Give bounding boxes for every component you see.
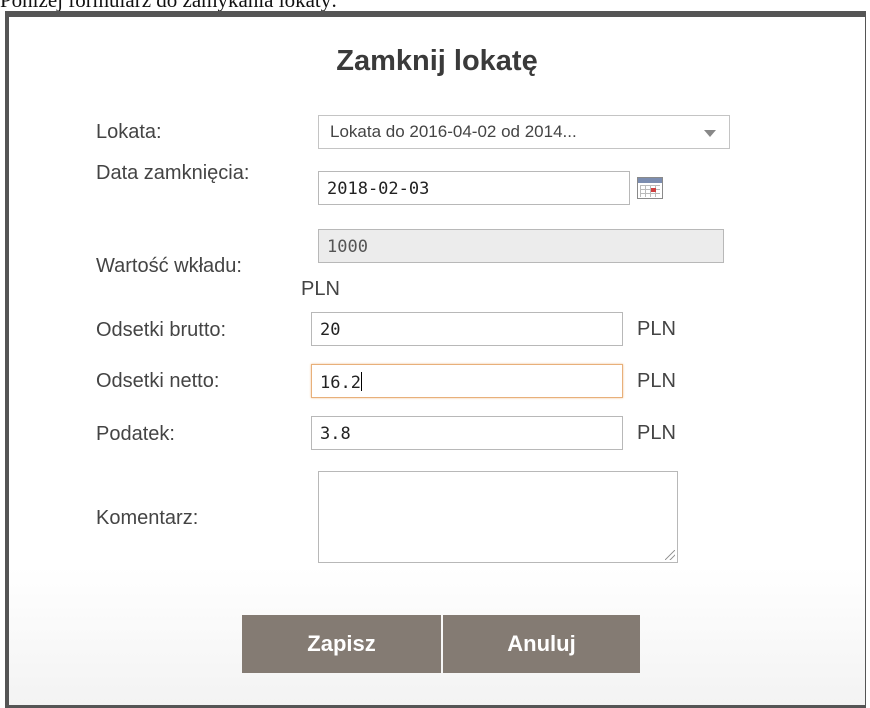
cancel-button[interactable]: Anuluj	[443, 615, 640, 673]
odsetki-brutto-label: Odsetki brutto:	[96, 319, 227, 341]
resize-grip-icon[interactable]	[665, 550, 675, 560]
data-zamkniecia-label: Data zamknięcia:	[96, 162, 250, 184]
odsetki-netto-unit: PLN	[637, 370, 676, 392]
komentarz-label: Komentarz:	[96, 507, 199, 529]
podatek-label: Podatek:	[96, 423, 175, 445]
calendar-header	[638, 178, 662, 183]
chevron-down-icon	[704, 130, 716, 137]
lokata-selected-value: Lokata do 2016-04-02 od 2014...	[330, 122, 577, 141]
calendar-icon[interactable]	[637, 177, 663, 199]
calendar-grid	[640, 185, 660, 197]
text-caret	[360, 372, 362, 391]
podatek-field[interactable]: 3.8	[311, 416, 623, 450]
wartosc-wkladu-unit: PLN	[301, 278, 340, 300]
lokata-select[interactable]: Lokata do 2016-04-02 od 2014...	[318, 115, 730, 149]
wartosc-wkladu-field: 1000	[318, 229, 724, 263]
calendar-day-marker	[651, 188, 656, 192]
odsetki-brutto-unit: PLN	[637, 318, 676, 340]
odsetki-netto-field[interactable]: 16.2	[311, 364, 623, 398]
odsetki-brutto-field[interactable]: 20	[311, 312, 623, 346]
data-zamkniecia-field[interactable]: 2018-02-03	[318, 171, 630, 205]
dialog-title: Zamknij lokatę	[336, 45, 538, 77]
wartosc-wkladu-label: Wartość wkładu:	[96, 255, 242, 277]
komentarz-textarea[interactable]	[318, 471, 678, 563]
save-button[interactable]: Zapisz	[242, 615, 441, 673]
podatek-unit: PLN	[637, 422, 676, 444]
close-deposit-dialog: Zamknij lokatę Lokata: Lokata do 2016-04…	[9, 17, 865, 705]
odsetki-netto-label: Odsetki netto:	[96, 370, 220, 392]
lokata-label: Lokata:	[96, 121, 162, 143]
odsetki-netto-value: 16.2	[320, 373, 361, 393]
